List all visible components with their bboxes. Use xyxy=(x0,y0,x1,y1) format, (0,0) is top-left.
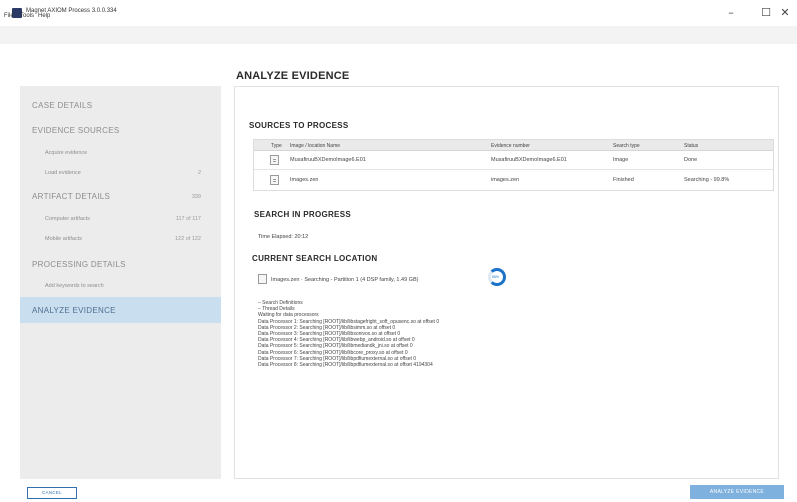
sidebar-item-load-evidence[interactable]: Load evidence xyxy=(45,170,81,176)
evidence-image-icon xyxy=(258,274,267,284)
mobile-artifacts-count: 122 of 122 xyxy=(175,236,201,242)
search-progress-heading: SEARCH IN PROGRESS xyxy=(254,210,351,219)
sources-table: Type Image / location Name Evidence numb… xyxy=(253,139,774,191)
row-search-type: Image xyxy=(613,157,629,163)
sidebar: CASE DETAILS EVIDENCE SOURCES Acquire ev… xyxy=(20,86,221,479)
menu-tools[interactable]: Tools xyxy=(20,13,34,19)
load-evidence-count: 2 xyxy=(197,170,201,176)
row-name: Images.zen xyxy=(290,177,319,183)
menu-bar xyxy=(0,26,797,44)
current-location-heading: CURRENT SEARCH LOCATION xyxy=(252,254,378,263)
menu-help[interactable]: Help xyxy=(38,13,50,19)
row-status: Done xyxy=(684,157,698,163)
sidebar-item-artifact-details[interactable]: ARTIFACT DETAILS xyxy=(32,192,110,201)
col-name[interactable]: Image / location Name xyxy=(290,143,340,149)
sidebar-item-computer-artifacts[interactable]: Computer artifacts xyxy=(45,216,90,222)
sources-heading: SOURCES TO PROCESS xyxy=(249,121,349,130)
col-evidence-number[interactable]: Evidence number xyxy=(491,143,530,149)
sidebar-item-evidence-sources[interactable]: EVIDENCE SOURCES xyxy=(32,126,119,135)
page-title: ANALYZE EVIDENCE xyxy=(236,70,350,82)
sidebar-item-add-keywords[interactable]: Add keywords to search xyxy=(45,283,104,289)
artifact-details-count: 339 xyxy=(191,194,201,200)
menu-file[interactable]: File xyxy=(4,13,14,19)
table-row[interactable]: Images.zen images.zen Finished Searching… xyxy=(254,171,773,190)
row-evidence-number: MusafiruuBXDemoImage6.E01 xyxy=(491,157,567,163)
time-elapsed: Time Elapsed: 20:12 xyxy=(258,234,309,240)
minimize-button[interactable]: – xyxy=(714,0,748,26)
evidence-image-icon xyxy=(270,155,279,165)
sidebar-item-acquire-evidence[interactable]: Acquire evidence xyxy=(45,150,87,156)
col-type[interactable]: Type xyxy=(271,143,282,149)
tree-line: Data Processor 8: Searching [ROOT]/lib/l… xyxy=(258,361,433,368)
cancel-button[interactable]: CANCEL xyxy=(27,487,77,499)
row-name: MusafiruuBXDemoImage6.E01 xyxy=(290,157,366,163)
computer-artifacts-count: 117 of 117 xyxy=(175,216,201,222)
sidebar-item-analyze-evidence[interactable]: ANALYZE EVIDENCE xyxy=(20,297,221,323)
evidence-image-icon xyxy=(270,175,279,185)
analyze-evidence-button[interactable]: ANALYZE EVIDENCE xyxy=(690,485,784,499)
row-evidence-number: images.zen xyxy=(491,177,520,183)
title-bar: Magnet AXIOM Process 3.0.0.334 – ☐ ✕ xyxy=(0,0,797,26)
sidebar-item-analyze-label: ANALYZE EVIDENCE xyxy=(32,306,116,315)
current-location-text: Images.zen · Searching - Partition 1 (4 … xyxy=(271,277,419,283)
spinner-percent: 55% xyxy=(492,275,500,279)
sidebar-item-mobile-artifacts[interactable]: Mobile artifacts xyxy=(45,236,82,242)
sidebar-item-case-details[interactable]: CASE DETAILS xyxy=(32,101,92,110)
row-status: Searching - 99.8% xyxy=(684,177,730,183)
thread-details-tree: – Search Definitions – Thread Details Wa… xyxy=(258,300,439,368)
col-status[interactable]: Status xyxy=(684,143,698,149)
row-search-type: Finished xyxy=(613,177,634,183)
close-button[interactable]: ✕ xyxy=(768,0,797,26)
table-row[interactable]: MusafiruuBXDemoImage6.E01 MusafiruuBXDem… xyxy=(254,151,773,170)
table-header: Type Image / location Name Evidence numb… xyxy=(254,140,773,151)
col-search-type[interactable]: Search type xyxy=(613,143,640,149)
sidebar-item-processing-details[interactable]: PROCESSING DETAILS xyxy=(32,260,126,269)
